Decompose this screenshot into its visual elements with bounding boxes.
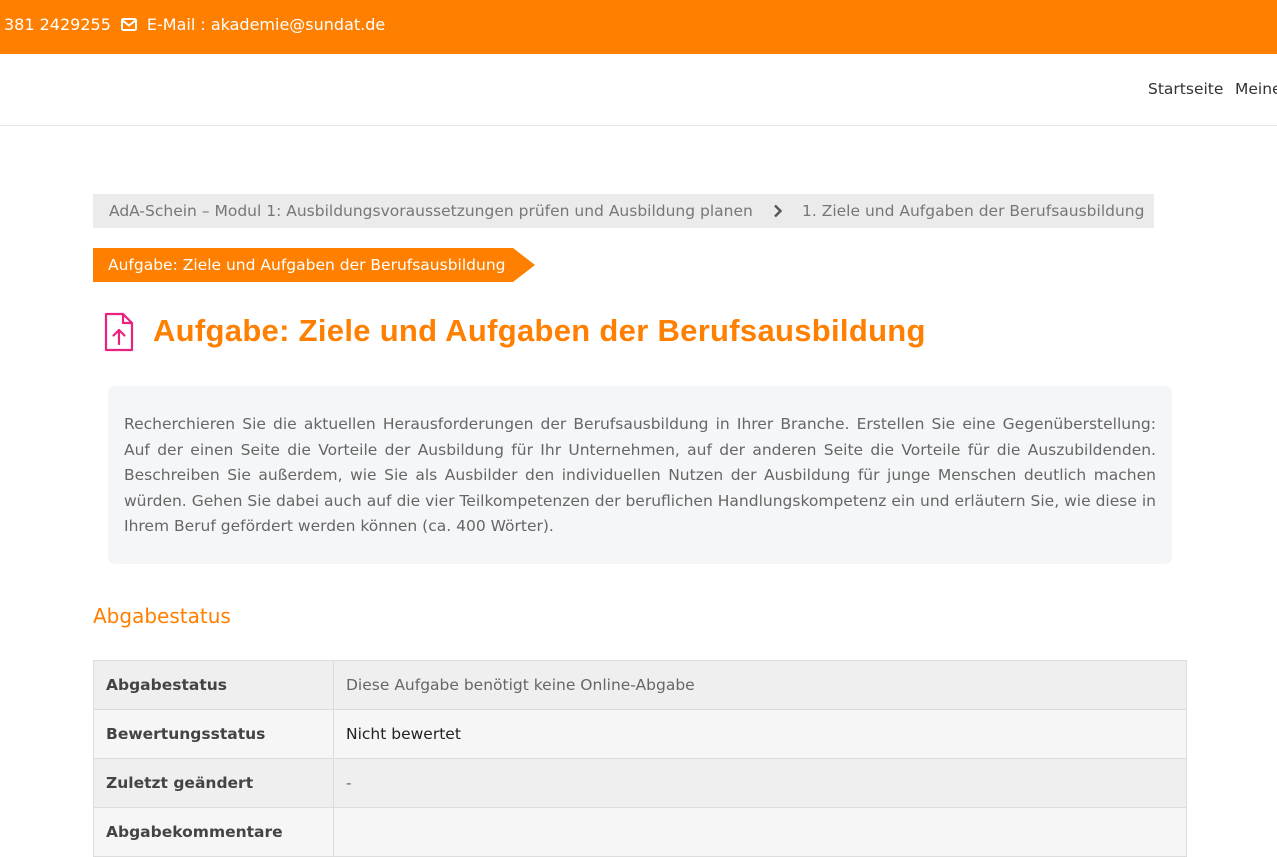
table-row: Abgabekommentare bbox=[93, 807, 1187, 857]
row-label: Abgabestatus bbox=[93, 660, 334, 710]
submission-status-table: Abgabestatus Diese Aufgabe benötigt kein… bbox=[93, 660, 1187, 857]
breadcrumb-course-link[interactable]: AdA-Schein – Modul 1: Ausbildungsvorauss… bbox=[109, 202, 753, 220]
row-value: - bbox=[333, 758, 1187, 808]
breadcrumb: AdA-Schein – Modul 1: Ausbildungsvorauss… bbox=[93, 194, 1154, 228]
nav-item-meine[interactable]: Meine bbox=[1235, 80, 1277, 98]
table-row: Bewertungsstatus Nicht bewertet bbox=[93, 709, 1187, 759]
activity-type-tag: Aufgabe: Ziele und Aufgaben der Berufsau… bbox=[93, 248, 535, 282]
row-value: Diese Aufgabe benötigt keine Online-Abga… bbox=[333, 660, 1187, 710]
chevron-right-icon bbox=[774, 204, 783, 218]
row-value bbox=[333, 807, 1187, 857]
submission-status-heading: Abgabestatus bbox=[93, 604, 231, 628]
activity-tag-label: Aufgabe: Ziele und Aufgaben der Berufsau… bbox=[108, 256, 506, 274]
phone-number: 381 2429255 bbox=[4, 15, 111, 34]
assignment-description: Recherchieren Sie die aktuellen Herausfo… bbox=[108, 386, 1172, 564]
main-navigation: Startseite Meine bbox=[0, 54, 1277, 126]
table-row: Zuletzt geändert - bbox=[93, 758, 1187, 808]
top-contact-bar: 381 2429255 E-Mail : akademie@sundat.de bbox=[0, 0, 1277, 54]
nav-item-startseite[interactable]: Startseite bbox=[1148, 80, 1223, 98]
row-label: Abgabekommentare bbox=[93, 807, 334, 857]
assignment-description-text: Recherchieren Sie die aktuellen Herausfo… bbox=[124, 415, 1156, 536]
row-value: Nicht bewertet bbox=[333, 709, 1187, 759]
row-label: Bewertungsstatus bbox=[93, 709, 334, 759]
envelope-icon bbox=[120, 18, 137, 31]
row-label: Zuletzt geändert bbox=[93, 758, 334, 808]
page-title: Aufgabe: Ziele und Aufgaben der Berufsau… bbox=[153, 313, 926, 348]
table-row: Abgabestatus Diese Aufgabe benötigt kein… bbox=[93, 660, 1187, 710]
contact-info: 381 2429255 E-Mail : akademie@sundat.de bbox=[4, 15, 385, 34]
email-link[interactable]: E-Mail : akademie@sundat.de bbox=[147, 15, 385, 34]
breadcrumb-section-link[interactable]: 1. Ziele und Aufgaben der Berufsausbildu… bbox=[802, 202, 1144, 220]
file-upload-icon bbox=[104, 312, 134, 352]
